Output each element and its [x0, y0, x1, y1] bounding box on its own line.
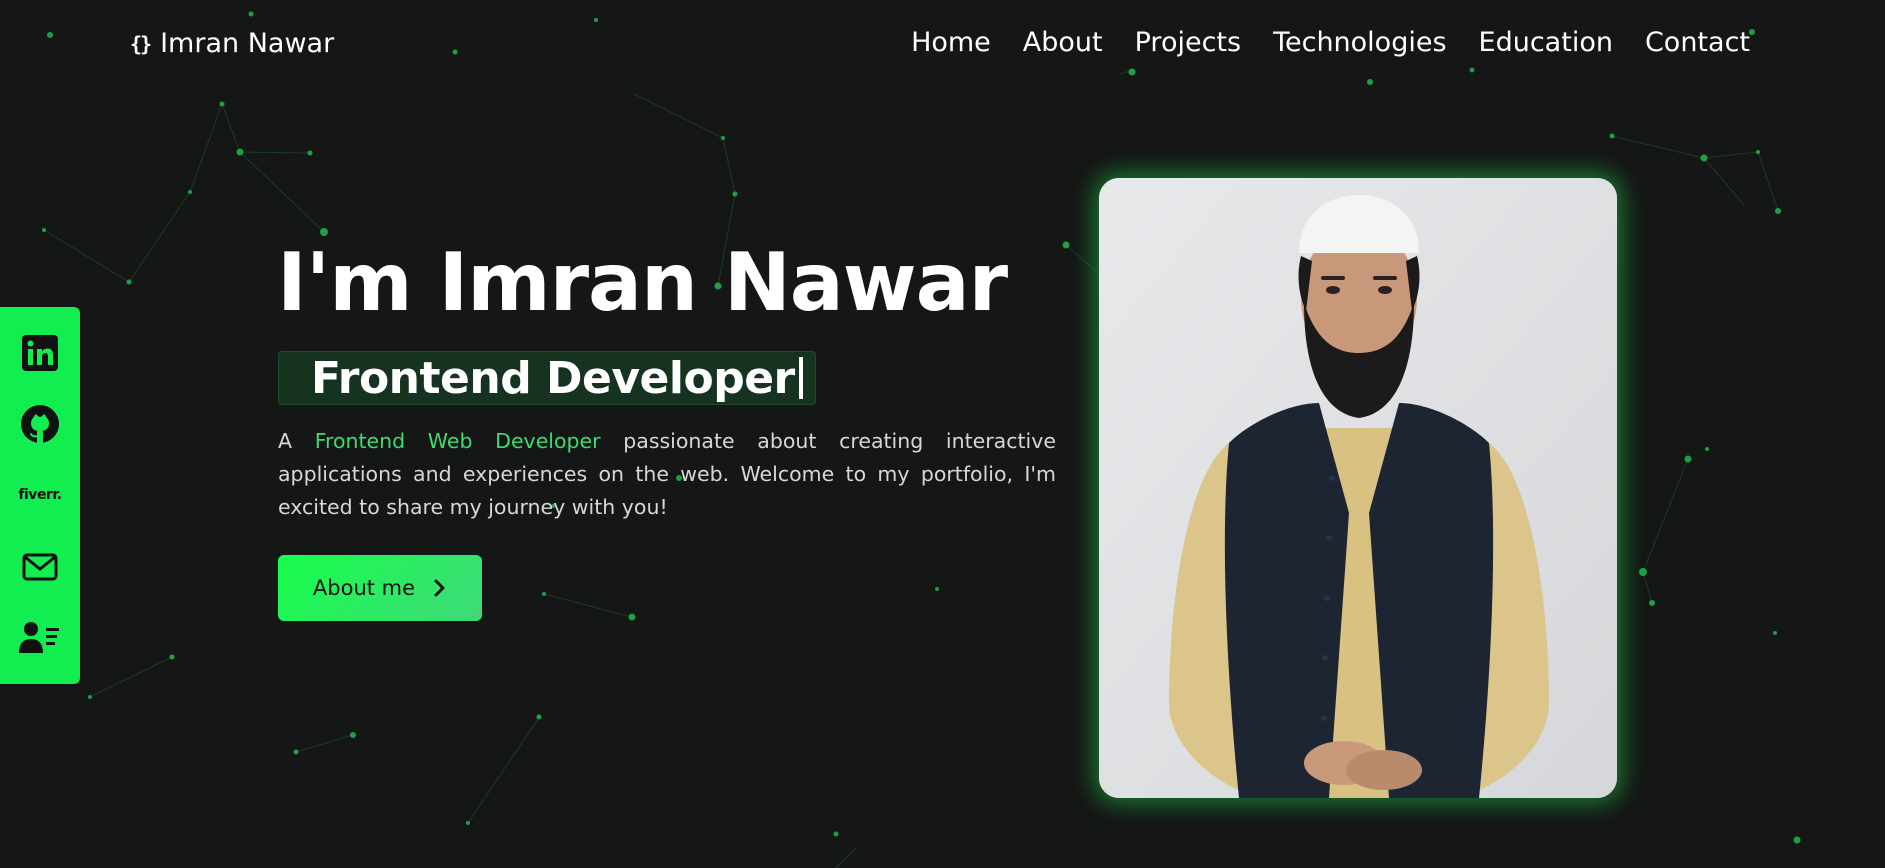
portrait-illustration	[1099, 178, 1617, 798]
linkedin-icon[interactable]	[19, 332, 61, 374]
site-header: {} Imran Nawar Home About Projects Techn…	[0, 0, 1885, 92]
portfolio-page: {} Imran Nawar Home About Projects Techn…	[0, 0, 1885, 868]
nav-link-home[interactable]: Home	[911, 27, 991, 58]
social-sidebar: fiverr.	[0, 307, 80, 684]
typed-role-box: Frontend Developer	[278, 351, 816, 405]
brand-logo-link[interactable]: {} Imran Nawar	[130, 28, 334, 59]
braces-icon: {}	[130, 31, 152, 56]
nav-link-projects[interactable]: Projects	[1135, 27, 1241, 58]
nav-link-about[interactable]: About	[1023, 27, 1103, 58]
intro-prefix: A	[278, 429, 315, 453]
typed-role-text: Frontend Developer	[311, 352, 795, 404]
hero-intro-paragraph: A Frontend Web Developer passionate abou…	[278, 425, 1056, 524]
nav-link-contact[interactable]: Contact	[1645, 27, 1750, 58]
about-me-label: About me	[312, 576, 416, 600]
nav-link-education[interactable]: Education	[1479, 27, 1613, 58]
main-nav: Home About Projects Technologies Educati…	[911, 27, 1750, 58]
intro-accent-text: Frontend Web Developer	[314, 429, 601, 453]
profile-photo	[1099, 178, 1617, 798]
fiverr-logo-text: fiverr.	[18, 487, 62, 504]
about-me-button[interactable]: About me	[278, 555, 482, 621]
brand-name: Imran Nawar	[160, 28, 335, 59]
contact-card-icon[interactable]	[19, 617, 61, 659]
nav-link-technologies[interactable]: Technologies	[1273, 27, 1446, 58]
typing-caret	[798, 357, 803, 399]
mail-icon[interactable]	[19, 546, 61, 588]
github-icon[interactable]	[19, 403, 61, 445]
hero-title: I'm Imran Nawar	[277, 236, 1008, 329]
fiverr-icon[interactable]: fiverr.	[18, 474, 62, 516]
chevron-right-icon	[434, 579, 445, 597]
